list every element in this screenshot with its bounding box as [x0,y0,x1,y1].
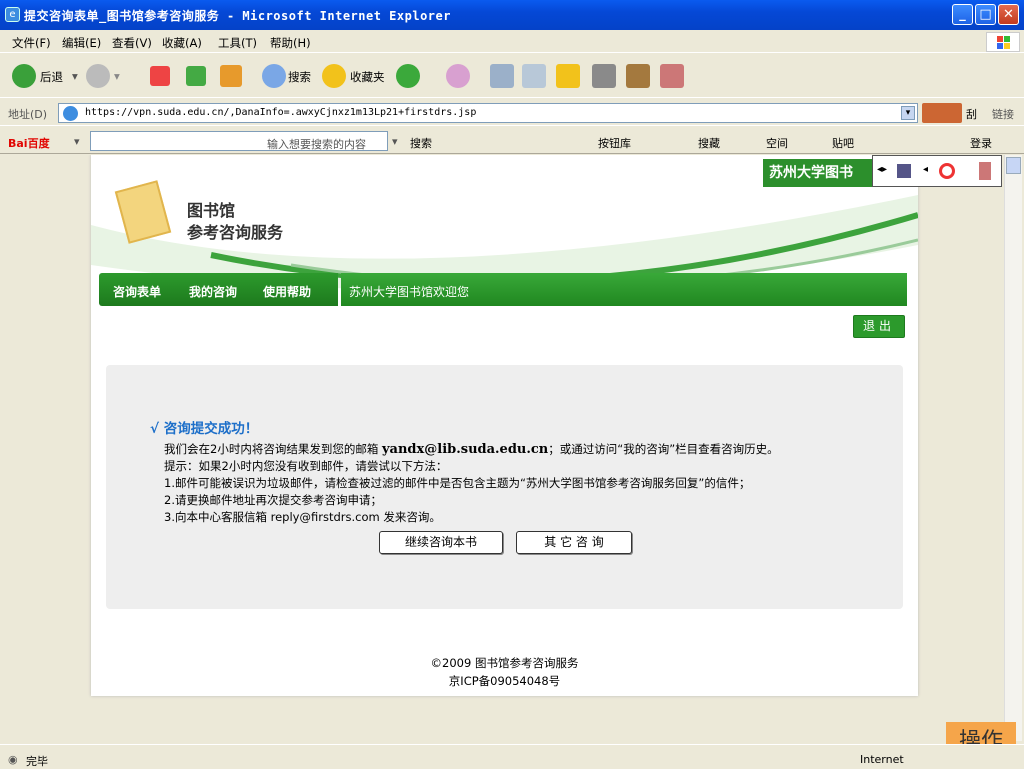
url-text: https://vpn.suda.edu.cn/,DanaInfo=.awxyC… [85,107,477,118]
history-icon[interactable] [396,64,420,88]
ie-app-icon: e [5,7,20,22]
home-icon[interactable] [220,65,242,87]
message-line1-post: ；或通过访问“我的咨询”栏目查看咨询历史。 [548,442,779,456]
address-label: 地址(D) [8,108,48,121]
forward-dropdown-icon[interactable]: ▾ [114,69,120,83]
panel-lifebuoy-icon[interactable] [939,163,955,179]
menu-tools[interactable]: 工具(T) [218,35,257,51]
baidu-dropdown-icon[interactable]: ▾ [74,135,80,148]
status-text: 完毕 [26,755,48,768]
menu-edit[interactable]: 编辑(E) [62,35,101,51]
back-label[interactable]: 后退 [40,69,63,85]
menu-help[interactable]: 帮助(H) [270,35,311,51]
library-banner: 苏州大学图书 [763,159,873,187]
window-title: 提交咨询表单_图书馆参考咨询服务 - Microsoft Internet Ex… [24,9,451,23]
status-bar: ◉ 完毕 Internet [0,744,1024,768]
edit-icon[interactable] [522,64,546,88]
message-line2: 提示：如果2小时内您没有收到邮件，请尝试以下方法： [164,459,448,473]
back-dropdown-icon[interactable]: ▾ [72,69,78,83]
logo-line1: 图书馆 [187,201,236,220]
baidu-input-dropdown-icon[interactable]: ▾ [392,135,398,148]
close-button[interactable]: ✕ [998,4,1019,25]
menu-favorites[interactable]: 收藏(A) [162,35,202,51]
scroll-up-icon[interactable] [1006,157,1021,174]
other-consult-button[interactable]: 其 它 咨 询 [516,531,632,554]
main-nav: 咨询表单 我的咨询 使用帮助 苏州大学图书馆欢迎您 [99,273,907,306]
maximize-button[interactable]: □ [975,4,996,25]
title-bar[interactable]: e 提交咨询表单_图书馆参考咨询服务 - Microsoft Internet … [0,0,1024,30]
baidu-space-button[interactable]: 空间 [766,135,788,151]
baidu-collect-button[interactable]: 搜藏 [698,135,720,151]
success-title: √ 咨询提交成功！ [150,421,259,437]
baidu-logo[interactable]: Bai百度 [8,135,50,151]
panel-screen-icon[interactable] [897,164,911,178]
research-icon[interactable] [592,64,616,88]
baidu-tieba-button[interactable]: 贴吧 [832,135,854,151]
user-email: yandx@lib.suda.edu.cn [381,442,549,457]
favorites-star-icon[interactable] [322,64,346,88]
standard-toolbar: 后退 ▾ ▾ 搜索 收藏夹 [0,54,1024,98]
menu-view[interactable]: 查看(V) [112,35,152,51]
baidu-buttons-library[interactable]: 按钮库 [598,135,631,151]
go-button[interactable] [922,103,962,123]
footer-icp[interactable]: 京ICP备09054048号 [91,673,918,689]
favorites-label[interactable]: 收藏夹 [350,69,385,85]
message-line4: 2.请更换邮件地址再次提交参考咨询申请； [164,493,382,507]
windows-logo-icon [986,32,1020,52]
mail-icon[interactable] [446,64,470,88]
message-line1: 我们会在2小时内将咨询结果发到您的邮箱 yandx@lib.suda.edu.c… [164,441,779,457]
message-line3: 1.邮件可能被误识为垃圾邮件，请检查被过滤的邮件中是否包含主题为“苏州大学图书馆… [164,476,751,490]
baidu-login-button[interactable]: 登录 [970,135,992,151]
panel-back-icon[interactable]: ◂ [923,164,928,175]
continue-consult-button[interactable]: 继续咨询本书 [379,531,503,554]
links-label[interactable]: 链接 [992,106,1014,122]
media-icon[interactable] [660,64,684,88]
stop-icon[interactable] [150,66,170,86]
tab-consult-form[interactable]: 咨询表单 [113,283,161,300]
panel-exit-icon[interactable] [979,162,991,180]
forward-arrow-icon[interactable] [86,64,110,88]
search-label[interactable]: 搜索 [288,69,311,85]
address-dropdown-icon[interactable]: ▾ [901,106,915,120]
footer-copyright: ©2009 图书馆参考咨询服务 [430,656,579,670]
status-page-icon: ◉ [8,753,18,766]
baidu-search-input[interactable]: 输入想要搜索的内容 [90,131,388,151]
welcome-bar: 苏州大学图书馆欢迎您 [341,273,907,306]
address-input[interactable]: https://vpn.suda.edu.cn/,DanaInfo=.awxyC… [58,103,918,123]
address-bar: 地址(D) https://vpn.suda.edu.cn/,DanaInfo=… [0,101,1024,126]
message-line1-pre: 我们会在2小时内将咨询结果发到您的邮箱 [164,442,379,456]
floating-tool-panel[interactable]: ◂▸ ◂ [872,155,1002,187]
vertical-scrollbar[interactable] [1004,155,1022,741]
search-icon[interactable] [262,64,286,88]
messenger-icon[interactable] [626,64,650,88]
baidu-search-button[interactable]: 搜索 [410,135,432,151]
success-panel: √ 咨询提交成功！ 我们会在2小时内将咨询结果发到您的邮箱 yandx@lib.… [106,365,903,609]
baidu-placeholder: 输入想要搜索的内容 [267,138,366,151]
page-content: 苏州大学图书 图书馆 参考咨询服务 咨询表单 我的咨询 使用帮助 苏州大学图书馆… [91,155,918,696]
panel-arrow-icon[interactable]: ◂▸ [877,164,887,175]
go-dropdown-icon[interactable]: 刮 [966,106,977,122]
tab-my-consultations[interactable]: 我的咨询 [189,283,237,300]
logout-button[interactable]: 退出 [853,315,905,338]
page-viewport: 苏州大学图书 图书馆 参考咨询服务 咨询表单 我的咨询 使用帮助 苏州大学图书馆… [6,155,1004,741]
logo-line2: 参考咨询服务 [187,223,284,242]
nav-tab-group: 咨询表单 我的咨询 使用帮助 [99,273,338,306]
minimize-button[interactable]: _ [952,4,973,25]
folder-icon[interactable] [556,64,580,88]
status-zone: Internet [860,753,904,766]
menu-bar: 文件(F) 编辑(E) 查看(V) 收藏(A) 工具(T) 帮助(H) [0,30,1024,53]
page-icon [63,106,78,121]
back-arrow-icon[interactable] [12,64,36,88]
print-icon[interactable] [490,64,514,88]
message-line5: 3.向本中心客服信箱 reply@firstdrs.com 发来咨询。 [164,510,441,524]
baidu-toolbar: Bai百度 ▾ 输入想要搜索的内容 ▾ 搜索 按钮库 搜藏 空间 贴吧 登录 [0,128,1024,154]
refresh-icon[interactable] [186,66,206,86]
tab-help[interactable]: 使用帮助 [263,283,311,300]
menu-file[interactable]: 文件(F) [12,35,51,51]
welcome-text: 苏州大学图书馆欢迎您 [349,285,470,299]
